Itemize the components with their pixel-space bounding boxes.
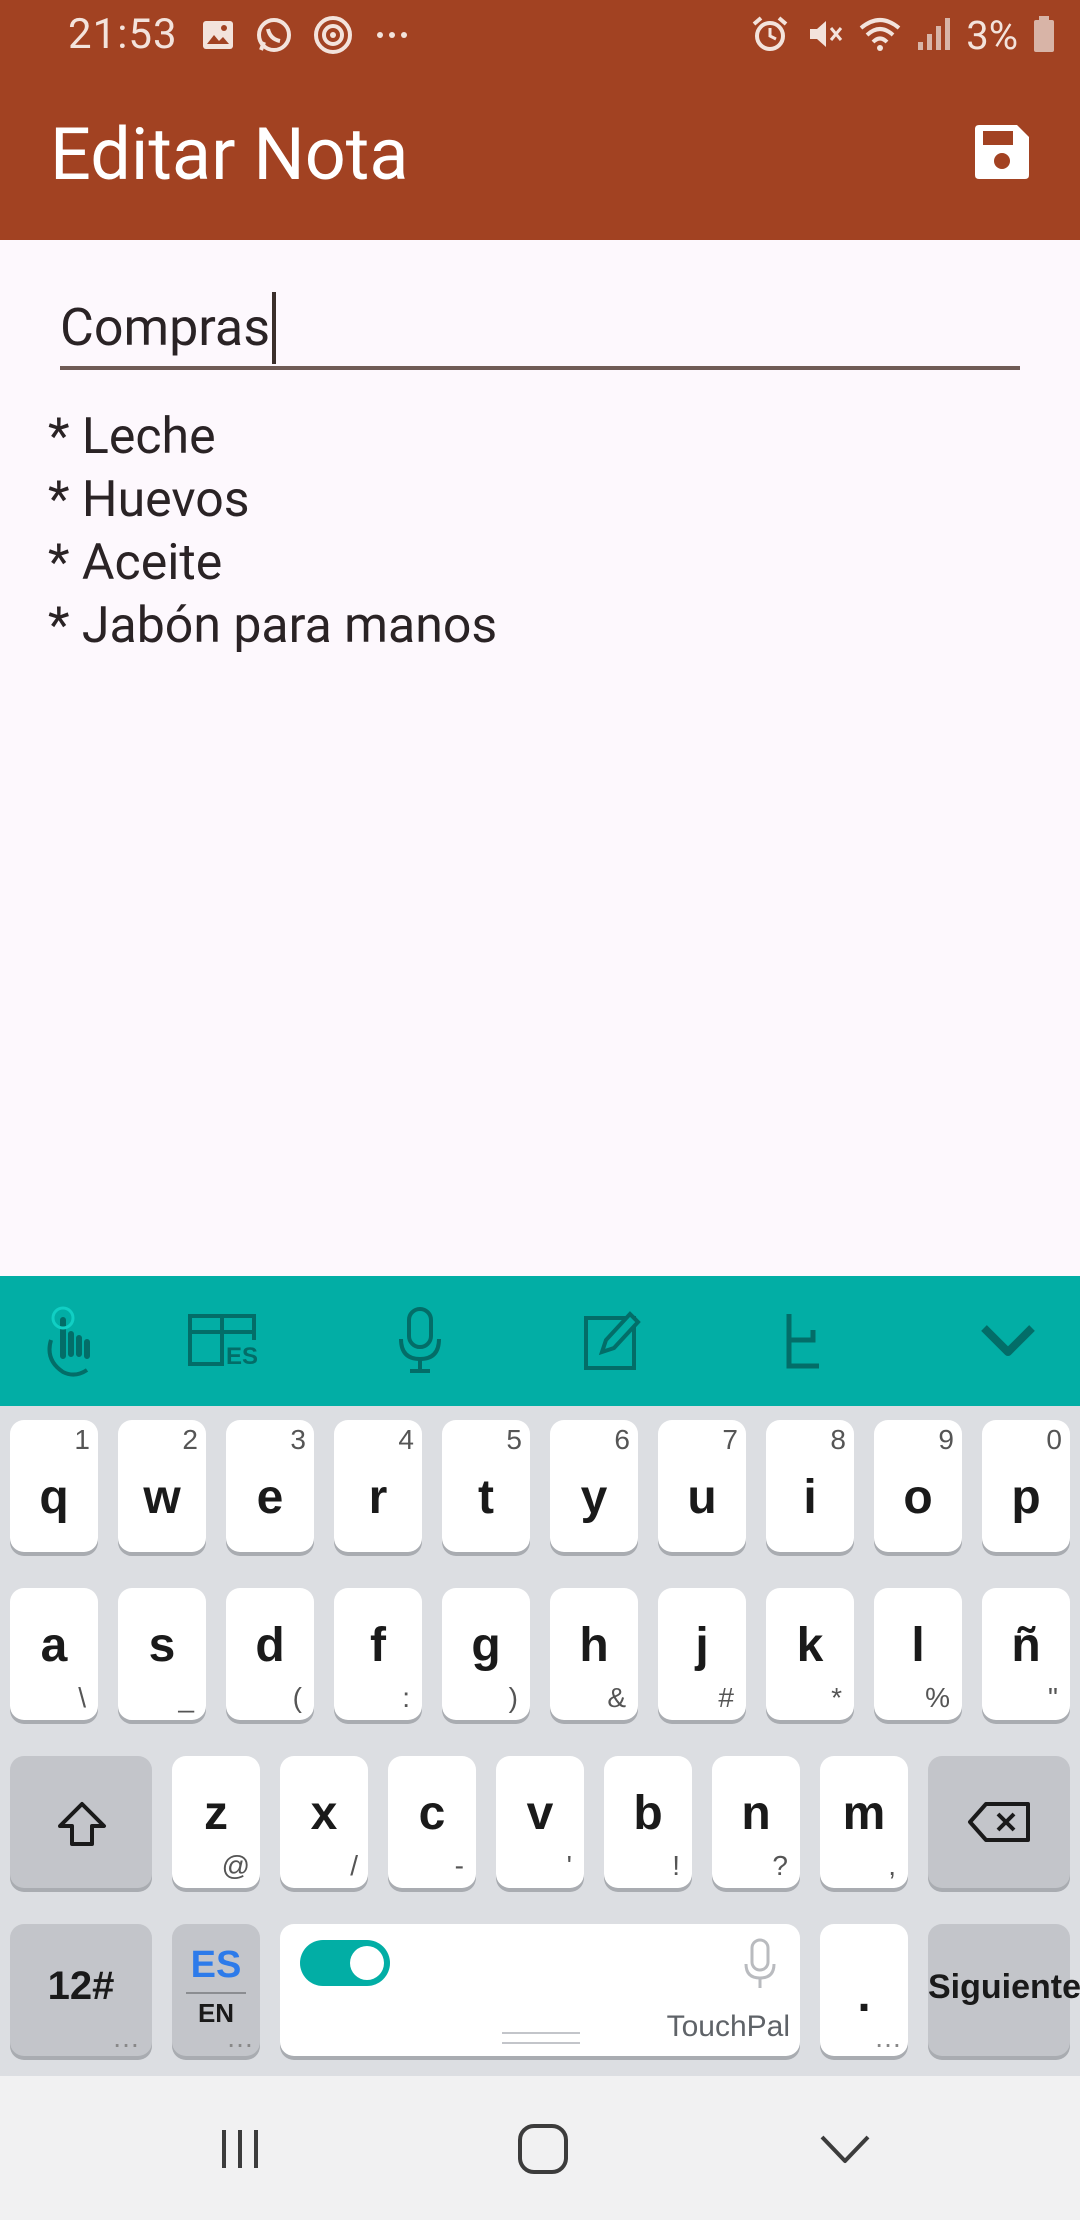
status-time: 21:53 bbox=[68, 10, 178, 59]
key-x[interactable]: x / bbox=[280, 1756, 368, 1888]
mute-icon bbox=[804, 14, 844, 58]
edit-note-icon bbox=[582, 1308, 642, 1376]
next-key[interactable]: Siguiente bbox=[928, 1924, 1080, 2056]
language-divider bbox=[186, 1992, 246, 1994]
key-f[interactable]: f: bbox=[334, 1588, 422, 1720]
collapse-keyboard-button[interactable] bbox=[968, 1302, 1048, 1382]
back-button[interactable] bbox=[810, 2116, 880, 2186]
handwriting-button[interactable] bbox=[764, 1302, 844, 1382]
handwriting-icon bbox=[779, 1308, 829, 1376]
key-c[interactable]: c- bbox=[388, 1756, 476, 1888]
touch-gesture-button[interactable] bbox=[30, 1302, 110, 1382]
status-bar: 21:53 3% bbox=[0, 0, 1080, 72]
space-key[interactable]: TouchPal bbox=[280, 1924, 800, 2056]
key-l[interactable]: l% bbox=[874, 1588, 962, 1720]
key-n-tilde[interactable]: ñ " bbox=[982, 1588, 1070, 1720]
key-q[interactable]: 1q bbox=[10, 1420, 98, 1552]
keyboard-toggle[interactable] bbox=[300, 1940, 390, 1986]
wifi-icon bbox=[858, 14, 902, 58]
alarm-icon bbox=[750, 14, 790, 58]
key-u[interactable]: 7u bbox=[658, 1420, 746, 1552]
key-s[interactable]: s _ bbox=[118, 1588, 206, 1720]
key-w[interactable]: 2w bbox=[118, 1420, 206, 1552]
key-h[interactable]: h & bbox=[550, 1588, 638, 1720]
back-icon bbox=[818, 2131, 872, 2171]
backspace-key[interactable] bbox=[928, 1756, 1070, 1888]
target-icon bbox=[312, 14, 354, 60]
shift-icon bbox=[56, 1800, 108, 1853]
recents-icon bbox=[216, 2124, 266, 2178]
note-line: * Huevos bbox=[48, 471, 250, 529]
key-g[interactable]: g) bbox=[442, 1588, 530, 1720]
key-z[interactable]: z @ bbox=[172, 1756, 260, 1888]
toggle-knob bbox=[350, 1946, 384, 1980]
period-key[interactable]: . … bbox=[820, 1924, 908, 2056]
key-o[interactable]: 9o bbox=[874, 1420, 962, 1552]
shift-key[interactable] bbox=[10, 1756, 152, 1888]
signal-icon bbox=[916, 14, 952, 58]
language-switch-key[interactable]: ES EN … bbox=[172, 1924, 260, 2056]
more-dots-icon bbox=[372, 15, 412, 59]
space-grip-icon bbox=[502, 2032, 580, 2044]
key-r[interactable]: 4r bbox=[334, 1420, 422, 1552]
app-bar: 21:53 3% Editar Nota bbox=[0, 0, 1080, 240]
system-nav-bar bbox=[0, 2076, 1080, 2220]
layout-es-icon: ES bbox=[186, 1310, 266, 1374]
image-icon bbox=[200, 17, 236, 57]
key-v[interactable]: v ' bbox=[496, 1756, 584, 1888]
key-j[interactable]: j # bbox=[658, 1588, 746, 1720]
save-icon bbox=[973, 123, 1031, 185]
key-n[interactable]: n? bbox=[712, 1756, 800, 1888]
symbols-key[interactable]: 12# … bbox=[10, 1924, 152, 2056]
space-brand-label: TouchPal bbox=[666, 2010, 790, 2043]
keyboard: 1q 2w 3e 4r 5t 6y 7u 8i 9o 0p a \ s _ d( f… bbox=[0, 1406, 1080, 2076]
text-caret bbox=[272, 292, 277, 364]
note-line: * Aceite bbox=[48, 534, 223, 592]
note-title-text: Compras bbox=[60, 297, 271, 358]
edit-note-button[interactable] bbox=[572, 1302, 652, 1382]
key-y[interactable]: 6y bbox=[550, 1420, 638, 1552]
home-button[interactable] bbox=[508, 2116, 578, 2186]
language-primary: ES bbox=[190, 1944, 242, 1986]
note-line: * Leche bbox=[48, 408, 216, 466]
note-body-field[interactable]: * Leche * Huevos * Aceite * Jabón para mano… bbox=[48, 406, 497, 658]
battery-icon bbox=[1032, 14, 1056, 58]
touch-gesture-icon bbox=[35, 1300, 105, 1384]
note-editor: Compras * Leche * Huevos * Aceite * Jabón p… bbox=[0, 240, 1080, 1276]
collapse-chevron-icon bbox=[980, 1320, 1036, 1364]
status-icons-left bbox=[200, 14, 412, 60]
recents-button[interactable] bbox=[206, 2116, 276, 2186]
key-b[interactable]: b! bbox=[604, 1756, 692, 1888]
key-d[interactable]: d( bbox=[226, 1588, 314, 1720]
key-e[interactable]: 3e bbox=[226, 1420, 314, 1552]
key-m[interactable]: m, bbox=[820, 1756, 908, 1888]
key-a[interactable]: a \ bbox=[10, 1588, 98, 1720]
microphone-icon bbox=[395, 1305, 445, 1379]
key-t[interactable]: 5t bbox=[442, 1420, 530, 1552]
status-icons-right: 3% bbox=[750, 12, 1056, 59]
backspace-icon bbox=[966, 1800, 1032, 1849]
note-title-field[interactable]: Compras bbox=[60, 292, 1020, 370]
keyboard-toolbar: ES bbox=[0, 1276, 1080, 1406]
svg-text:ES: ES bbox=[226, 1343, 258, 1370]
voice-input-icon bbox=[742, 1938, 778, 1995]
whatsapp-icon bbox=[254, 15, 294, 59]
key-p[interactable]: 0p bbox=[982, 1420, 1070, 1552]
page-title: Editar Nota bbox=[50, 112, 409, 197]
home-icon bbox=[516, 2122, 570, 2180]
layout-es-button[interactable]: ES bbox=[176, 1302, 276, 1382]
note-line: * Jabón para manos bbox=[48, 597, 498, 655]
battery-percent: 3% bbox=[966, 12, 1018, 59]
note-title-input[interactable]: Compras bbox=[60, 292, 277, 364]
microphone-button[interactable] bbox=[380, 1302, 460, 1382]
save-button[interactable] bbox=[970, 122, 1034, 186]
key-i[interactable]: 8i bbox=[766, 1420, 854, 1552]
key-k[interactable]: k * bbox=[766, 1588, 854, 1720]
